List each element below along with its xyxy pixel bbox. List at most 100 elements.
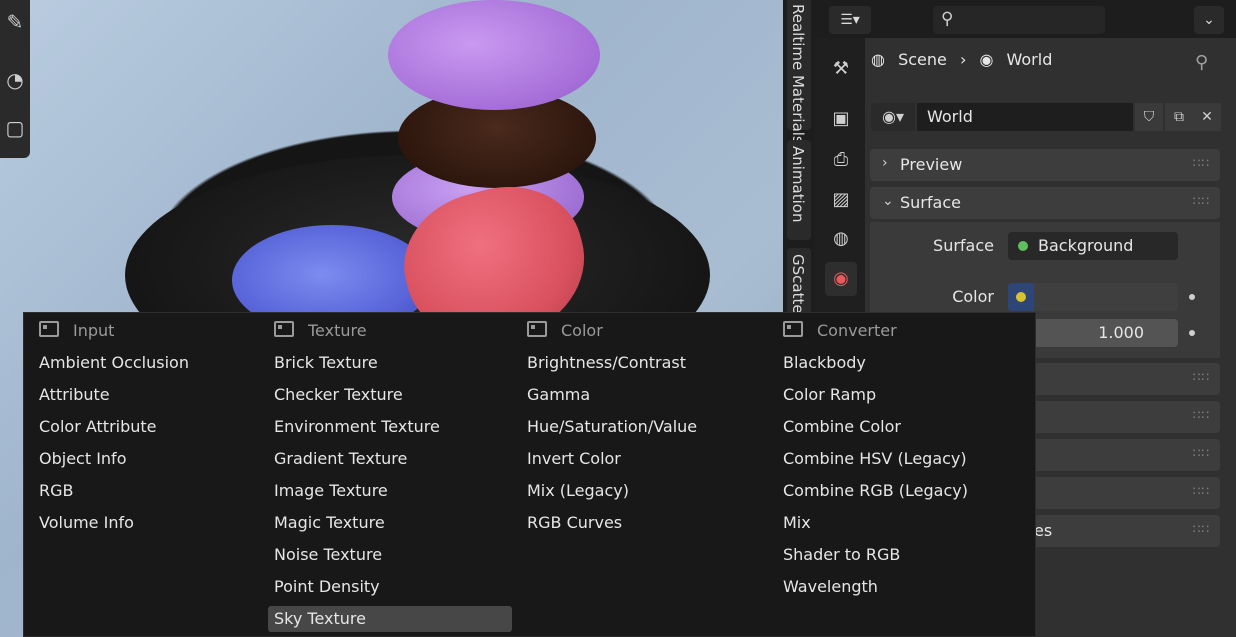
ruler-icon[interactable]: ◔ — [0, 60, 30, 100]
menu-item[interactable]: Invert Color — [521, 446, 765, 472]
color-field[interactable] — [1008, 283, 1178, 311]
grip-icon[interactable]: ∷∷ — [1193, 156, 1210, 170]
panel-surface[interactable]: ⌄ Surface ∷∷ — [870, 187, 1220, 219]
color-label: Color — [952, 287, 994, 306]
menu-item[interactable]: RGB Curves — [521, 510, 765, 536]
world-name-field[interactable]: World — [917, 103, 1133, 131]
world-icon: ◉▾ — [882, 107, 904, 126]
menu-item[interactable]: Gradient Texture — [268, 446, 512, 472]
close-icon[interactable]: ✕ — [1193, 103, 1221, 131]
menu-item[interactable]: Mix — [777, 510, 1021, 536]
node-category-icon — [39, 321, 59, 337]
grip-icon[interactable]: ∷∷ — [1193, 370, 1210, 384]
panel-preview[interactable]: › Preview ∷∷ — [870, 149, 1220, 181]
node-category-icon — [527, 321, 547, 337]
grip-icon[interactable]: ∷∷ — [1193, 446, 1210, 460]
scene-icon[interactable]: ◍ — [825, 222, 857, 256]
tool-icon[interactable]: ⚒ — [825, 52, 857, 86]
brush-icon[interactable]: ✎ — [0, 2, 30, 42]
duplicate-icon[interactable]: ⧉ — [1165, 103, 1193, 131]
grip-icon[interactable]: ∷∷ — [1193, 522, 1210, 536]
surface-shader-value: Background — [1038, 236, 1134, 255]
menu-item[interactable]: Image Texture — [268, 478, 512, 504]
breadcrumb-scene: Scene — [898, 50, 947, 69]
menu-item[interactable]: Object Info — [33, 446, 277, 472]
panel-title: Preview — [900, 155, 963, 174]
toolbar: ✎ ◔ ▢ — [0, 0, 30, 158]
search-icon: ⚲ — [941, 9, 954, 29]
pin-icon[interactable]: ⚲ — [1195, 52, 1208, 73]
add-cube-icon[interactable]: ▢ — [0, 108, 30, 148]
surface-label: Surface — [933, 236, 994, 255]
editor-type-icon: ☰▾ — [840, 12, 860, 28]
column-header: Color — [527, 321, 603, 340]
menu-item[interactable]: Gamma — [521, 382, 765, 408]
world-icon: ◉ — [979, 50, 994, 69]
panel-title: Surface — [900, 193, 961, 212]
tab-label: Realtime Materials — [789, 4, 807, 144]
breadcrumb: ◍ Scene › ◉ World — [871, 50, 1060, 69]
donut-purple-upper — [388, 0, 600, 110]
properties-header: ☰▾ ⚲ ⌄ — [815, 0, 1236, 38]
world-browse-button[interactable]: ◉▾ — [871, 103, 915, 131]
editor-type-button[interactable]: ☰▾ — [829, 6, 871, 34]
options-dropdown[interactable]: ⌄ — [1194, 6, 1224, 34]
world-icon[interactable]: ◉ — [825, 262, 857, 296]
column-header-label: Converter — [817, 321, 897, 340]
chevron-down-icon: ⌄ — [1203, 12, 1215, 28]
menu-item[interactable]: Combine HSV (Legacy) — [777, 446, 1021, 472]
menu-item[interactable]: Blackbody — [777, 350, 1021, 376]
menu-item[interactable]: Color Ramp — [777, 382, 1021, 408]
chevron-down-icon: ⌄ — [882, 193, 894, 209]
tab-gscatter[interactable]: GScatter — [787, 248, 811, 318]
keyframe-dot[interactable] — [1189, 330, 1195, 336]
menu-item[interactable]: Wavelength — [777, 574, 1021, 600]
image-icon[interactable]: ▨ — [825, 183, 857, 217]
node-category-icon — [783, 321, 803, 337]
menu-item[interactable]: Color Attribute — [33, 414, 277, 440]
menu-item[interactable]: Attribute — [33, 382, 277, 408]
tab-realtime-materials[interactable]: Realtime Materials — [787, 0, 811, 144]
grip-icon[interactable]: ∷∷ — [1193, 194, 1210, 208]
menu-item[interactable]: Hue/Saturation/Value — [521, 414, 765, 440]
menu-item[interactable]: Magic Texture — [268, 510, 512, 536]
menu-item-highlighted[interactable]: Sky Texture — [268, 606, 512, 632]
menu-item[interactable]: Shader to RGB — [777, 542, 1021, 568]
menu-item[interactable]: RGB — [33, 478, 277, 504]
grip-icon[interactable]: ∷∷ — [1193, 408, 1210, 422]
grip-icon[interactable]: ∷∷ — [1193, 484, 1210, 498]
column-header-label: Color — [561, 321, 603, 340]
menu-item[interactable]: Ambient Occlusion — [33, 350, 277, 376]
menu-item[interactable]: Environment Texture — [268, 414, 512, 440]
add-node-menu: Input Ambient Occlusion Attribute Color … — [23, 312, 1036, 637]
menu-item[interactable]: Brick Texture — [268, 350, 512, 376]
column-header-label: Input — [73, 321, 115, 340]
menu-item[interactable]: Mix (Legacy) — [521, 478, 765, 504]
render-icon[interactable]: ▣ — [825, 102, 857, 136]
menu-item[interactable]: Brightness/Contrast — [521, 350, 765, 376]
menu-item[interactable]: Combine RGB (Legacy) — [777, 478, 1021, 504]
tab-label: GScatter — [789, 254, 807, 318]
surface-shader-field[interactable]: Background — [1008, 232, 1178, 260]
menu-item[interactable]: Volume Info — [33, 510, 277, 536]
column-header: Input — [39, 321, 114, 340]
column-header: Texture — [274, 321, 367, 340]
menu-item[interactable]: Combine Color — [777, 414, 1021, 440]
breadcrumb-separator: › — [959, 50, 967, 69]
fake-user-icon[interactable]: ⛉ — [1135, 103, 1163, 131]
socket-dot — [1018, 241, 1028, 251]
output-icon[interactable]: ⎙ — [825, 143, 857, 177]
keyframe-dot[interactable] — [1189, 294, 1195, 300]
world-selector: ◉▾ World ⛉ ⧉ ✕ — [871, 103, 1221, 131]
search-input[interactable]: ⚲ — [933, 6, 1105, 34]
menu-item[interactable]: Noise Texture — [268, 542, 512, 568]
column-header: Converter — [783, 321, 897, 340]
menu-item[interactable]: Checker Texture — [268, 382, 512, 408]
scene-icon: ◍ — [871, 50, 885, 69]
column-header-label: Texture — [308, 321, 367, 340]
tab-label: Animation — [789, 146, 807, 223]
panel-title-fragment: es — [1034, 521, 1053, 540]
menu-item[interactable]: Point Density — [268, 574, 512, 600]
chevron-right-icon: › — [882, 155, 888, 171]
tab-animation[interactable]: Animation — [787, 140, 811, 240]
